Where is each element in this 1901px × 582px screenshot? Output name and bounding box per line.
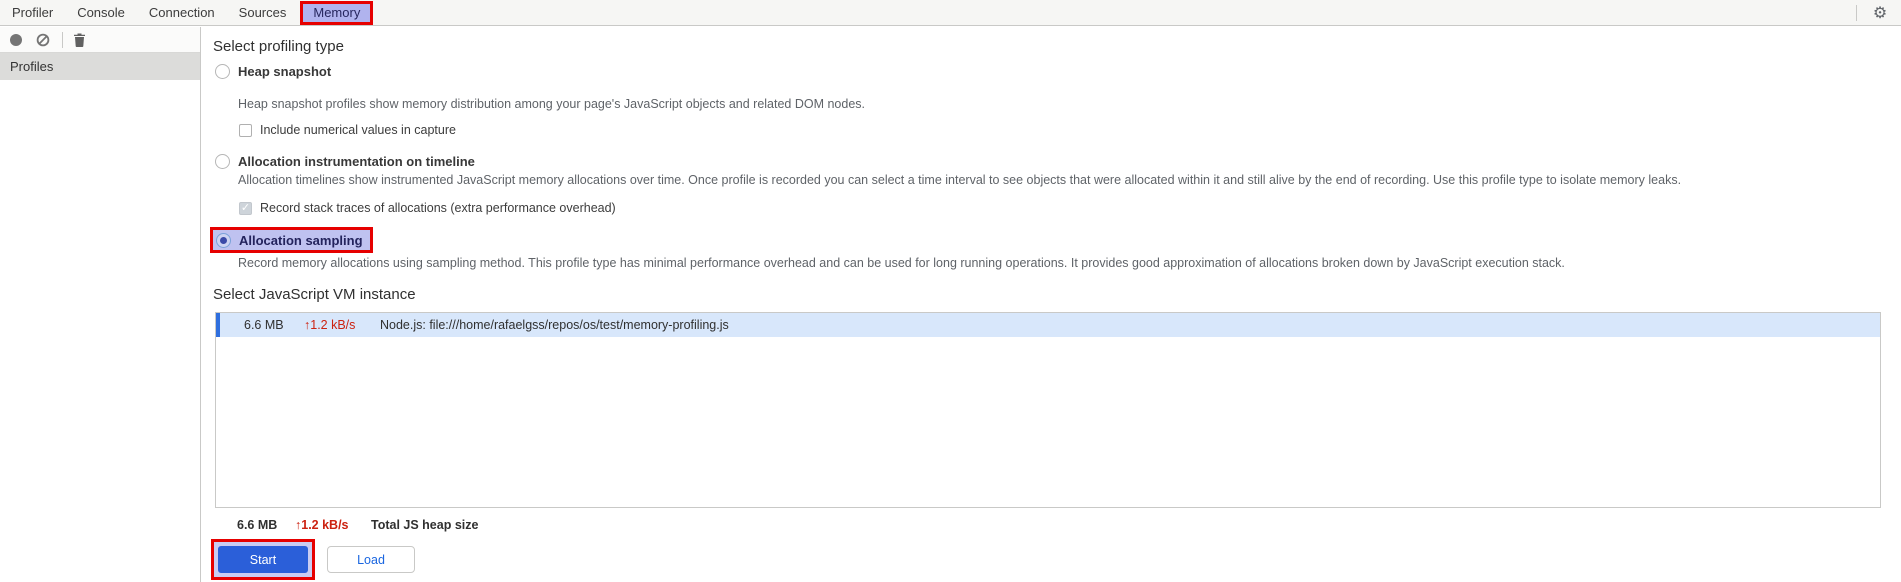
radio-allocation-sampling[interactable]: Allocation sampling — [216, 231, 363, 249]
radio-circle-icon[interactable] — [215, 153, 230, 169]
checkbox-record-stack-traces-label: Record stack traces of allocations (extr… — [260, 201, 616, 215]
checkbox-record-stack-traces[interactable]: ✓ Record stack traces of allocations (ex… — [239, 200, 1901, 216]
action-buttons: Start Load — [211, 539, 1901, 580]
total-heap-rate: ↑1.2 kB/s — [295, 518, 349, 532]
profiling-type-heading: Select profiling type — [213, 38, 344, 55]
allocation-sampling-description: Record memory allocations using sampling… — [238, 256, 1565, 270]
radio-dot — [220, 236, 227, 244]
checkbox-include-numerical-values-label: Include numerical values in capture — [260, 123, 456, 137]
devtools-window: Profiler Console Connection Sources Memo… — [0, 0, 1901, 582]
allocation-sampling-annotation: Allocation sampling — [210, 227, 373, 253]
heap-totals-row: 6.6 MB ↑1.2 kB/s Total JS heap size — [237, 518, 1901, 532]
radio-allocation-instrumentation-label: Allocation instrumentation on timeline — [238, 153, 475, 169]
vm-heap-size: 6.6 MB — [244, 318, 284, 332]
tab-bar: Profiler Console Connection Sources Memo… — [0, 0, 1901, 26]
allocation-instrumentation-description: Allocation timelines show instrumented J… — [238, 173, 1682, 187]
radio-circle-icon[interactable] — [215, 63, 230, 79]
record-icon[interactable] — [10, 33, 22, 46]
tab-memory[interactable]: Memory — [300, 0, 374, 25]
memory-panel: Select profiling type Heap snapshot Heap… — [202, 27, 1901, 582]
radio-heap-snapshot[interactable]: Heap snapshot — [215, 62, 1901, 80]
radio-heap-snapshot-label: Heap snapshot — [238, 63, 332, 79]
vm-instance-title: Node.js: file:///home/rafaelgss/repos/os… — [380, 318, 729, 332]
checkbox-icon[interactable] — [239, 123, 252, 137]
total-heap-size: 6.6 MB — [237, 518, 278, 532]
total-heap-label: Total JS heap size — [371, 518, 479, 532]
profiler-toolbar — [0, 27, 200, 53]
sidebar-item-profiles[interactable]: Profiles — [0, 53, 200, 80]
tab-console[interactable]: Console — [65, 0, 137, 26]
tab-sources[interactable]: Sources — [227, 0, 299, 26]
block-icon[interactable] — [36, 33, 50, 47]
settings-gear-icon[interactable]: ⚙ — [1867, 0, 1893, 26]
radio-allocation-instrumentation[interactable]: Allocation instrumentation on timeline — [215, 152, 1901, 170]
start-button-annotation: Start — [211, 539, 315, 580]
left-panel: Profiles — [0, 27, 201, 582]
start-button[interactable]: Start — [218, 546, 308, 573]
tab-connection[interactable]: Connection — [137, 0, 227, 26]
tabbar-divider — [1856, 4, 1857, 21]
heap-snapshot-description: Heap snapshot profiles show memory distr… — [238, 97, 866, 111]
tab-profiler[interactable]: Profiler — [0, 0, 65, 26]
checkbox-include-numerical-values[interactable]: Include numerical values in capture — [239, 122, 1901, 138]
delete-icon[interactable] — [73, 33, 86, 47]
vm-instance-heading: Select JavaScript VM instance — [213, 286, 416, 303]
vm-instance-list[interactable]: 6.6 MB ↑1.2 kB/s Node.js: file:///home/r… — [215, 312, 1881, 508]
vm-heap-rate: ↑1.2 kB/s — [304, 318, 356, 332]
radio-selected-icon[interactable] — [216, 232, 231, 248]
checkbox-checked-icon[interactable]: ✓ — [239, 201, 252, 215]
toolbar-divider — [62, 31, 63, 48]
load-button[interactable]: Load — [327, 546, 415, 573]
vm-instance-row[interactable]: 6.6 MB ↑1.2 kB/s Node.js: file:///home/r… — [216, 313, 1880, 337]
radio-allocation-sampling-label: Allocation sampling — [239, 232, 363, 248]
